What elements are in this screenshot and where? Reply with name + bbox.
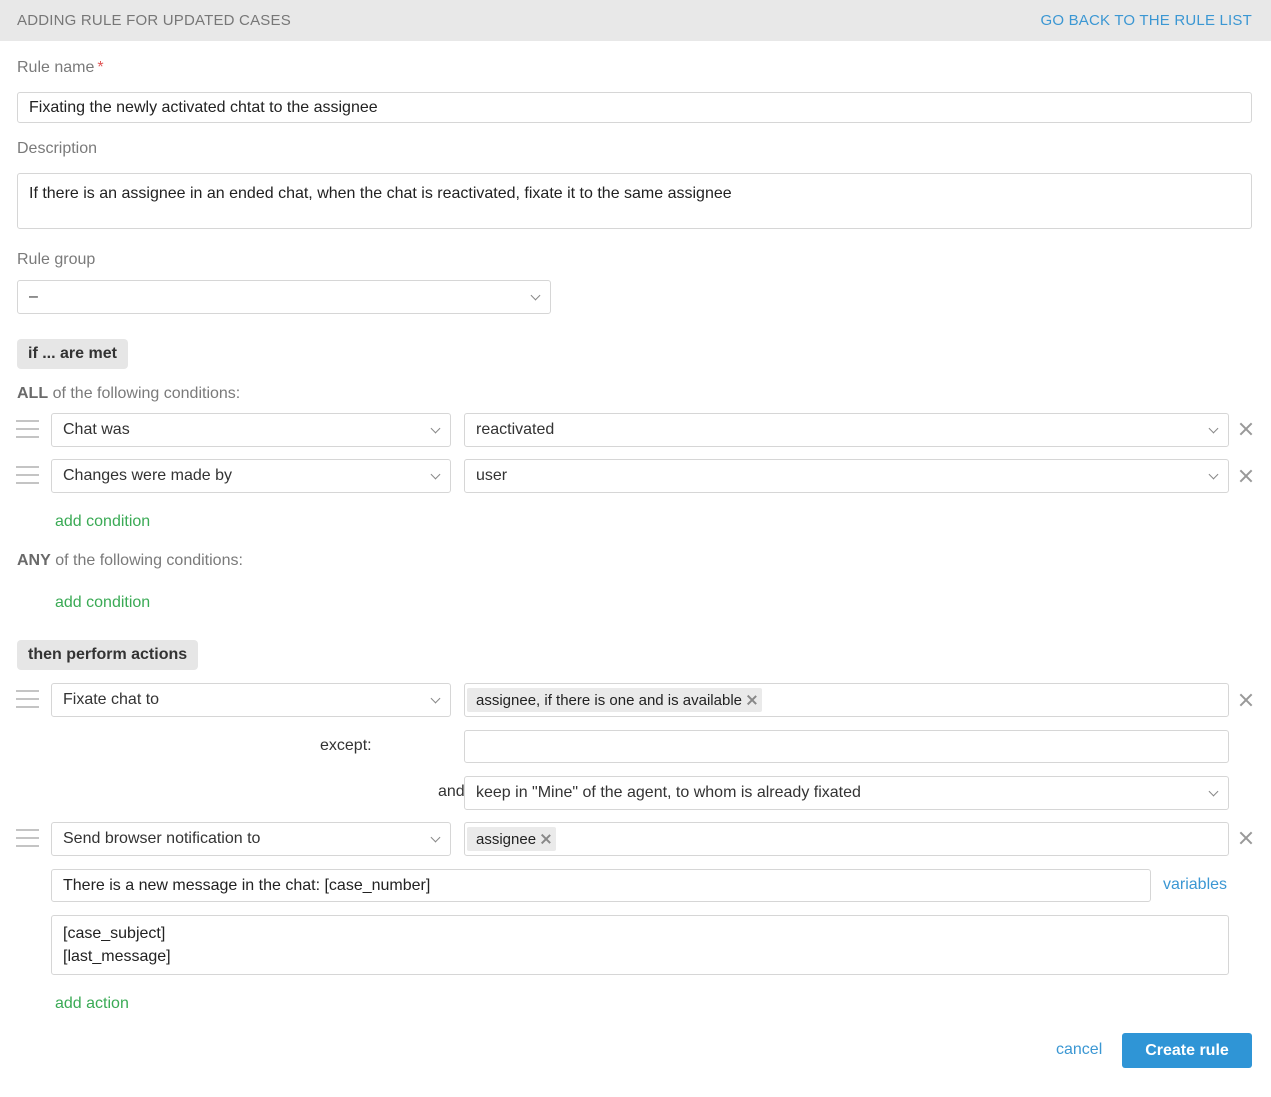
all-suffix: of the following conditions: — [52, 385, 241, 402]
add-any-condition-link[interactable]: add condition — [55, 594, 150, 612]
required-mark: * — [97, 59, 104, 76]
chevron-down-icon — [1208, 423, 1219, 434]
actions-section-label: then perform actions — [17, 640, 199, 670]
condition-field-select[interactable]: Changes were made by — [51, 459, 451, 493]
create-rule-button[interactable]: Create rule — [1122, 1033, 1252, 1068]
description-value: If there is an assignee in an ended chat… — [29, 185, 732, 202]
target-tag-label: assignee, if there is one and is availab… — [476, 691, 743, 709]
any-suffix: of the following conditions: — [55, 552, 243, 569]
all-conditions-heading: ALL of the following conditions: — [17, 385, 240, 403]
chevron-down-icon — [430, 469, 441, 480]
chevron-down-icon — [1208, 786, 1219, 797]
remove-tag-icon[interactable] — [747, 695, 757, 705]
except-input[interactable] — [464, 730, 1229, 763]
condition-value-select[interactable]: reactivated — [464, 413, 1229, 447]
condition-value-select[interactable]: user — [464, 459, 1229, 493]
rule-name-value: Fixating the newly activated chtat to th… — [29, 98, 378, 116]
drag-handle-icon[interactable] — [16, 466, 39, 486]
chevron-down-icon — [430, 832, 441, 843]
any-conditions-heading: ANY of the following conditions: — [17, 552, 243, 570]
keep-option-value: keep in "Mine" of the agent, to whom is … — [476, 784, 861, 801]
remove-condition-icon[interactable] — [1239, 469, 1253, 483]
cancel-link[interactable]: cancel — [1056, 1041, 1102, 1059]
drag-handle-icon[interactable] — [16, 690, 39, 710]
action-value: Send browser notification to — [63, 830, 261, 847]
remove-condition-icon[interactable] — [1239, 422, 1253, 436]
rule-name-label: Rule name * — [17, 59, 104, 77]
notification-body-value: [case_subject] [last_message] — [63, 925, 171, 965]
condition-field-value: Changes were made by — [63, 467, 232, 484]
any-keyword: ANY — [17, 552, 51, 569]
target-tag: assignee, if there is one and is availab… — [467, 688, 763, 712]
add-action-link[interactable]: add action — [55, 995, 129, 1013]
rule-name-input[interactable]: Fixating the newly activated chtat to th… — [17, 92, 1252, 123]
remove-action-icon[interactable] — [1239, 693, 1253, 707]
all-keyword: ALL — [17, 385, 49, 402]
condition-field-select[interactable]: Chat was — [51, 413, 451, 447]
chevron-down-icon — [530, 290, 541, 301]
condition-value: reactivated — [476, 421, 555, 438]
action-select[interactable]: Fixate chat to — [51, 683, 451, 717]
action-target-taginput[interactable]: assignee, if there is one and is availab… — [464, 683, 1229, 717]
rule-group-label: Rule group — [17, 251, 96, 268]
page-header: ADDING RULE FOR UPDATED CASES GO BACK TO… — [0, 0, 1271, 41]
chevron-down-icon — [430, 423, 441, 434]
except-label: except: — [320, 737, 372, 754]
chevron-down-icon — [430, 693, 441, 704]
and-label: and — [438, 783, 465, 800]
rule-name-label-text: Rule name — [17, 59, 95, 76]
notification-subject-input[interactable]: There is a new message in the chat: [cas… — [51, 869, 1151, 902]
drag-handle-icon[interactable] — [16, 420, 39, 440]
recipient-tag-label: assignee — [476, 830, 537, 848]
condition-value: user — [476, 467, 508, 484]
rule-group-select[interactable]: – — [17, 280, 551, 314]
drag-handle-icon[interactable] — [16, 829, 39, 849]
chevron-down-icon — [1208, 469, 1219, 480]
remove-action-icon[interactable] — [1239, 831, 1253, 845]
rule-group-value: – — [29, 288, 38, 305]
condition-field-value: Chat was — [63, 421, 130, 438]
conditions-section-label: if ... are met — [17, 339, 128, 369]
notification-subject-value: There is a new message in the chat: [cas… — [63, 876, 431, 894]
description-label: Description — [17, 140, 98, 157]
action-value: Fixate chat to — [63, 691, 160, 708]
keep-option-select[interactable]: keep in "Mine" of the agent, to whom is … — [464, 776, 1229, 810]
add-all-condition-link[interactable]: add condition — [55, 513, 150, 531]
remove-tag-icon[interactable] — [541, 834, 551, 844]
back-to-rule-list-link[interactable]: GO BACK TO THE RULE LIST — [1040, 12, 1252, 29]
variables-link[interactable]: variables — [1163, 876, 1227, 894]
action-select[interactable]: Send browser notification to — [51, 822, 451, 856]
notification-recipient-taginput[interactable]: assignee — [464, 822, 1229, 856]
page-title: ADDING RULE FOR UPDATED CASES — [17, 12, 291, 29]
description-textarea[interactable]: If there is an assignee in an ended chat… — [17, 173, 1252, 229]
notification-body-textarea[interactable]: [case_subject] [last_message] — [51, 915, 1229, 975]
recipient-tag: assignee — [467, 827, 557, 851]
